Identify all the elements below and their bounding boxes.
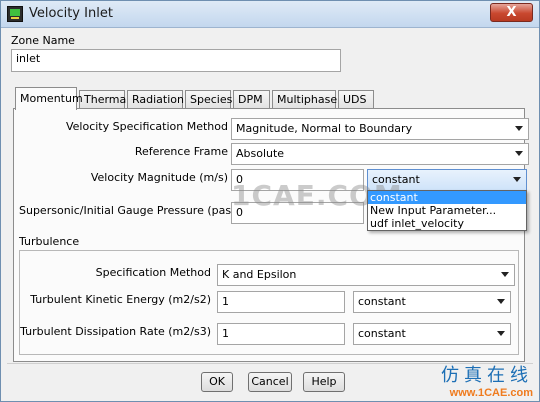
close-button[interactable]: X bbox=[490, 3, 533, 22]
cancel-button[interactable]: Cancel bbox=[248, 372, 292, 392]
velocity-magnitude-method-select[interactable]: constant bbox=[367, 169, 527, 191]
tdr-method-value: constant bbox=[358, 327, 406, 340]
dialog-body: Zone Name inlet Momentum Thermal Radiati… bbox=[7, 30, 533, 395]
reference-frame-select[interactable]: Absolute bbox=[231, 143, 529, 165]
window-title: Velocity Inlet bbox=[29, 6, 113, 21]
chevron-down-icon bbox=[513, 177, 521, 182]
fluent-app-icon bbox=[7, 6, 23, 22]
tab-thermal[interactable]: Thermal bbox=[79, 90, 129, 109]
gauge-pressure-label: Supersonic/Initial Gauge Pressure (pasca… bbox=[19, 204, 252, 217]
tke-label: Turbulent Kinetic Energy (m2/s2) bbox=[30, 293, 211, 306]
velocity-method-dropdown: constant New Input Parameter... udf inle… bbox=[367, 190, 527, 231]
chevron-down-icon bbox=[515, 126, 523, 131]
chevron-down-icon bbox=[501, 272, 509, 277]
tke-input[interactable]: 1 bbox=[217, 291, 345, 313]
gauge-pressure-input[interactable]: 0 bbox=[231, 202, 364, 224]
velocity-inlet-dialog: Velocity Inlet X Zone Name inlet Momentu… bbox=[0, 0, 540, 402]
turbulence-spec-select[interactable]: K and Epsilon bbox=[217, 264, 515, 286]
dropdown-option-new-input-parameter[interactable]: New Input Parameter... bbox=[368, 204, 526, 217]
turbulence-spec-label: Specification Method bbox=[95, 266, 211, 279]
turbulence-group: Specification Method K and Epsilon Turbu… bbox=[19, 250, 519, 355]
tdr-method-select[interactable]: constant bbox=[353, 323, 511, 345]
turbulence-group-title: Turbulence bbox=[19, 235, 80, 248]
velocity-spec-select[interactable]: Magnitude, Normal to Boundary bbox=[231, 118, 529, 140]
tke-method-value: constant bbox=[358, 295, 406, 308]
tdr-input[interactable]: 1 bbox=[217, 323, 345, 345]
tab-radiation[interactable]: Radiation bbox=[127, 90, 184, 109]
velocity-spec-label: Velocity Specification Method bbox=[65, 120, 228, 133]
tab-multiphase[interactable]: Multiphase bbox=[272, 90, 337, 109]
dropdown-option-udf-inlet-velocity[interactable]: udf inlet_velocity bbox=[368, 217, 526, 230]
velocity-magnitude-input[interactable]: 0 bbox=[231, 169, 364, 191]
brand-url-text: www.1CAE.com bbox=[449, 387, 533, 399]
chevron-down-icon bbox=[515, 151, 523, 156]
tab-momentum[interactable]: Momentum bbox=[15, 87, 83, 110]
chevron-down-icon bbox=[497, 331, 505, 336]
velocity-spec-value: Magnitude, Normal to Boundary bbox=[236, 122, 413, 135]
help-button[interactable]: Help bbox=[303, 372, 345, 392]
tab-dpm[interactable]: DPM bbox=[233, 90, 270, 109]
tke-method-select[interactable]: constant bbox=[353, 291, 511, 313]
tab-species[interactable]: Species bbox=[185, 90, 232, 109]
ok-button[interactable]: OK bbox=[201, 372, 233, 392]
brand-cn-text: 仿真在线 bbox=[441, 365, 533, 386]
reference-frame-label: Reference Frame bbox=[134, 145, 228, 158]
dropdown-option-constant[interactable]: constant bbox=[368, 191, 526, 204]
tdr-label: Turbulent Dissipation Rate (m2/s3) bbox=[20, 325, 211, 338]
brand-watermark: 仿真在线 www.1CAE.com bbox=[441, 361, 533, 399]
momentum-panel: Velocity Specification Method Magnitude,… bbox=[13, 108, 529, 362]
chevron-down-icon bbox=[497, 299, 505, 304]
title-bar[interactable]: Velocity Inlet X bbox=[1, 1, 539, 28]
zone-name-input[interactable]: inlet bbox=[11, 49, 341, 72]
velocity-magnitude-label: Velocity Magnitude (m/s) bbox=[90, 171, 228, 184]
zone-name-label: Zone Name bbox=[11, 34, 75, 47]
turbulence-spec-value: K and Epsilon bbox=[222, 268, 297, 281]
reference-frame-value: Absolute bbox=[236, 147, 285, 160]
velocity-magnitude-method-value: constant bbox=[372, 173, 420, 186]
tab-uds[interactable]: UDS bbox=[338, 90, 374, 109]
